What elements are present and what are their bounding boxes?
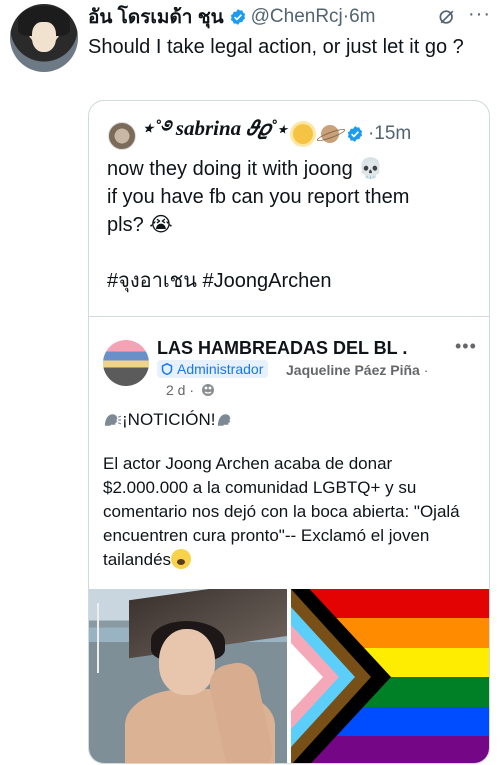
post-date: 2 d · [166,382,215,398]
more-icon: ••• [455,336,477,356]
verified-badge-icon [347,126,363,142]
author-display-name[interactable]: อัน โดรเมด้า ชุน [88,2,224,32]
tweet-header: อัน โดรเมด้า ชุน @ChenRcj · 6m [88,4,376,30]
group-avatar [103,340,149,386]
post-photo-progress-pride-flag [291,589,489,763]
more-icon[interactable]: ··· [468,3,491,26]
globe-icon [201,384,214,396]
shield-icon [161,363,173,375]
post-body: El actor Joong Archen acaba de donar $2.… [103,452,475,572]
speaking-head-icon [104,414,122,426]
author-avatar[interactable] [10,4,78,72]
facebook-post-screenshot[interactable]: LAS HAMBREADAS DEL BL . ••• Administrado… [89,316,489,763]
quoted-tweet-text: now they doing it with joong 💀 if you ha… [107,155,477,295]
tweet-time[interactable]: 6m [349,6,375,28]
headline-text: ¡NOTICIÓN! [122,410,216,429]
verified-badge-icon [230,9,245,25]
post-body-text: El actor Joong Archen acaba de donar $2.… [103,454,460,569]
quoted-line: pls? 😭 [107,214,173,236]
speaking-head-icon [217,414,230,426]
quoted-tweet-time[interactable]: 15m [374,123,411,145]
tweet-text: Should I take legal action, or just let … [88,36,464,58]
quoted-tweet-card[interactable]: ⋆˚࿔ sabrina 𝜗𝜚˚⋆ · 15m now they doing it… [88,100,490,764]
post-headline: ¡NOTICIÓN! [103,410,235,430]
grok-icon[interactable] [437,7,457,27]
hashtags[interactable]: #จุงอาเชน #JoongArchen [107,267,477,295]
astonished-face-icon [171,549,192,569]
quoted-line: if you have fb can you report them [107,186,410,208]
author-handle[interactable]: @ChenRcj [251,6,343,28]
post-date-text: 2 d · [166,382,195,398]
sun-emoji-icon [292,124,313,144]
pride-flag-graphic [291,589,489,763]
separator-dot: · [419,362,429,378]
quoted-author-avatar[interactable] [108,122,136,150]
post-photo-actor [89,589,287,763]
group-name: LAS HAMBREADAS DEL BL . [157,338,408,358]
quoted-line [107,239,477,267]
quoted-tweet-header: ⋆˚࿔ sabrina 𝜗𝜚˚⋆ · 15m [141,116,411,149]
post-author: Jaqueline Páez Piña · [286,362,428,378]
quoted-line: now they doing it with joong 💀 [107,158,384,180]
post-author-name: Jaqueline Páez Piña [286,362,420,378]
admin-badge: Administrador [157,360,269,378]
planet-emoji-icon [315,125,347,143]
role-label: Administrador [177,361,264,377]
